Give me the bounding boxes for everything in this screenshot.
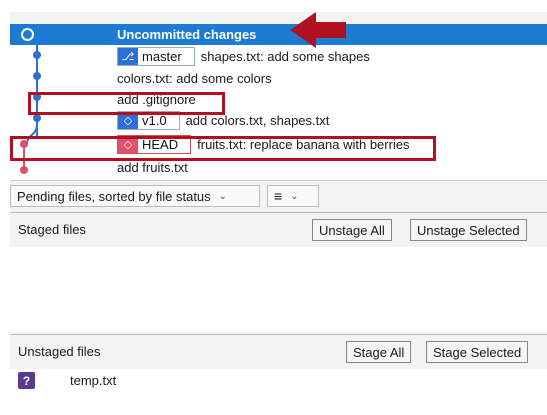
chevron-down-icon: ⌄ xyxy=(218,190,228,202)
tag-icon: ◇ xyxy=(118,136,138,153)
sort-dropdown[interactable]: Pending files, sorted by file status ⌄ xyxy=(10,185,260,207)
commit-message: add fruits.txt xyxy=(117,160,188,175)
ref-label: v1.0 xyxy=(142,113,167,128)
unstage-all-button[interactable]: Unstage All xyxy=(312,219,392,241)
commit-row[interactable]: ◇ HEAD fruits.txt: replace banana with ber… xyxy=(10,134,547,155)
commit-summary: ◇ v1.0 add colors.txt, shapes.txt xyxy=(117,111,329,130)
commit-summary: add fruits.txt xyxy=(117,160,188,175)
commit-message: Uncommitted changes xyxy=(117,27,257,42)
chevron-down-icon: ⌄ xyxy=(290,190,299,202)
staged-files-header: Staged files Unstage All Unstage Selecte… xyxy=(10,212,547,248)
files-toolbar: Pending files, sorted by file status ⌄ ≡… xyxy=(10,180,547,212)
stage-selected-button[interactable]: Stage Selected xyxy=(426,341,529,363)
question-icon: ? xyxy=(18,372,35,389)
staged-files-list[interactable] xyxy=(10,247,547,332)
commit-summary: Uncommitted changes xyxy=(117,27,256,42)
unstaged-files-header: Unstaged files Stage All Stage Selected xyxy=(10,334,547,370)
commit-row[interactable]: ◇ v1.0 add colors.txt, shapes.txt xyxy=(10,110,547,131)
sort-dropdown-value: Pending files, sorted by file status xyxy=(17,188,211,204)
unstaged-files-title: Unstaged files xyxy=(18,344,101,359)
ref-label: master xyxy=(142,49,182,64)
commit-summary: ◇ HEAD fruits.txt: replace banana with ber… xyxy=(117,135,410,154)
list-view-icon: ≡ xyxy=(274,188,283,204)
commit-row[interactable]: ⎇ master shapes.txt: add some shapes xyxy=(10,46,547,67)
tag-ref[interactable]: ◇ v1.0 xyxy=(117,111,180,130)
stage-all-button[interactable]: Stage All xyxy=(346,341,412,363)
commit-summary: add .gitignore xyxy=(117,92,196,107)
commit-summary: colors.txt: add some colors xyxy=(117,71,272,86)
tag-icon: ◇ xyxy=(118,112,138,129)
unstage-selected-button[interactable]: Unstage Selected xyxy=(410,219,527,241)
view-mode-dropdown[interactable]: ≡ ⌄ xyxy=(267,185,319,207)
commit-message: add .gitignore xyxy=(117,92,196,107)
arrow-uncommitted xyxy=(290,12,346,48)
commit-row[interactable]: colors.txt: add some colors xyxy=(10,68,547,89)
file-row[interactable]: ? temp.txt xyxy=(18,372,116,389)
staged-files-title: Staged files xyxy=(18,222,86,237)
commit-row[interactable]: add fruits.txt xyxy=(10,157,547,178)
commit-row[interactable]: add .gitignore xyxy=(10,89,547,110)
ref-label: HEAD xyxy=(142,137,179,152)
file-name: temp.txt xyxy=(70,373,117,388)
commit-row[interactable]: Uncommitted changes xyxy=(10,24,547,45)
commit-message: add colors.txt, shapes.txt xyxy=(185,113,330,128)
branch-ref[interactable]: ⎇ master xyxy=(117,47,195,66)
head-ref[interactable]: ◇ HEAD xyxy=(117,135,192,154)
commit-message: fruits.txt: replace banana with berries xyxy=(197,137,410,152)
commit-message: colors.txt: add some colors xyxy=(117,71,272,86)
branch-icon: ⎇ xyxy=(118,48,138,65)
uncommitted-node-icon xyxy=(21,28,34,41)
unstaged-files-list[interactable]: ? temp.txt xyxy=(10,369,547,415)
